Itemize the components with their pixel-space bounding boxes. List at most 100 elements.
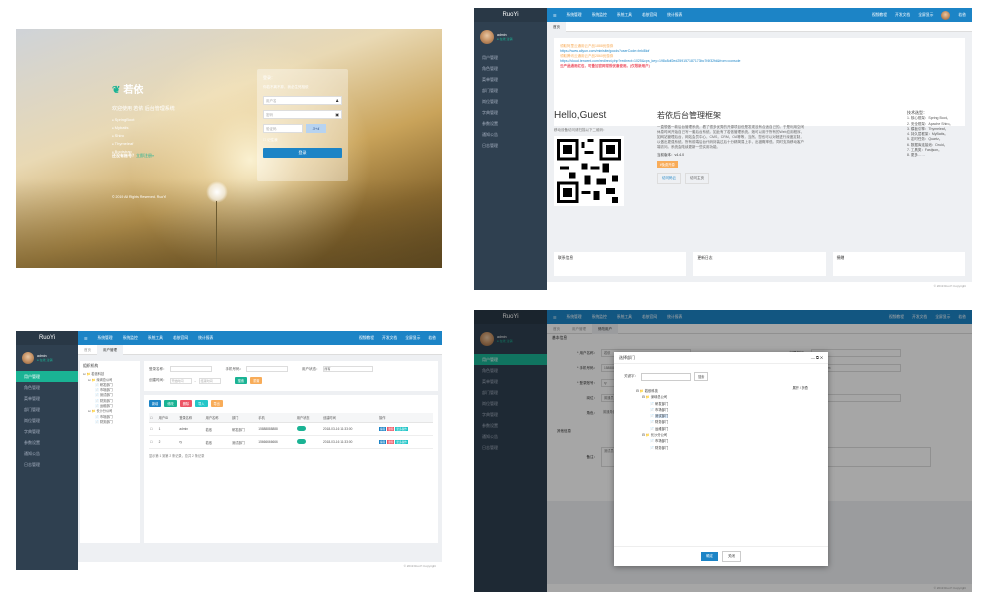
- login-button[interactable]: 登录: [263, 148, 342, 158]
- menu-toggle-icon[interactable]: ☰: [553, 13, 556, 18]
- sidebar-item[interactable]: 通知公告: [16, 448, 78, 459]
- import-button[interactable]: 导入: [195, 400, 208, 407]
- export-button[interactable]: 导出: [210, 400, 223, 407]
- reset-button[interactable]: 重置: [250, 377, 263, 384]
- top-nav-item[interactable]: 系统工具: [148, 336, 163, 341]
- sidebar-item[interactable]: 菜单管理: [474, 74, 547, 85]
- top-right-item[interactable]: 开发文档: [382, 336, 397, 341]
- tree-node[interactable]: 📄 财务部门: [83, 420, 137, 425]
- column-header[interactable]: 用户状态: [295, 413, 323, 423]
- delete-button[interactable]: 删除: [179, 400, 193, 407]
- tab-home[interactable]: 首页: [78, 345, 97, 355]
- start-date-input[interactable]: 开始时间: [169, 377, 192, 384]
- sidebar-item[interactable]: 日志管理: [16, 459, 78, 470]
- top-right-item[interactable]: 视频教程: [872, 13, 887, 18]
- login-name-input[interactable]: [169, 366, 212, 372]
- top-nav-item[interactable]: 统计报表: [667, 13, 682, 18]
- register-link[interactable]: 立即注册»: [136, 153, 154, 158]
- sidebar-item[interactable]: 日志管理: [474, 140, 547, 151]
- leaf-icon: ❦: [112, 85, 121, 96]
- logout-link[interactable]: 注销: [47, 358, 53, 362]
- tab-bar: 首页: [547, 21, 972, 32]
- column-header[interactable]: 用户名称: [204, 413, 231, 423]
- sidebar-item[interactable]: 角色管理: [16, 382, 78, 393]
- row-more-button[interactable]: 更多操作: [395, 440, 408, 444]
- user-menu[interactable]: 若依: [428, 336, 436, 341]
- row-more-button[interactable]: 更多操作: [395, 427, 408, 431]
- maximize-icon[interactable]: ⧉: [816, 355, 819, 360]
- top-right-item[interactable]: 开发文档: [895, 13, 910, 18]
- sidebar-item[interactable]: 参数设置: [16, 437, 78, 448]
- modal-search-button[interactable]: 搜索: [694, 372, 709, 381]
- top-right-item[interactable]: 全屏显示: [918, 13, 933, 18]
- top-nav-item[interactable]: 系统监控: [592, 13, 607, 18]
- sidebar-item[interactable]: 角色管理: [474, 63, 547, 74]
- row-delete-button[interactable]: 删除: [387, 427, 395, 431]
- sidebar-item[interactable]: 参数设置: [474, 118, 547, 129]
- column-header[interactable]: 手机: [257, 413, 296, 423]
- top-nav-item[interactable]: 系统监控: [123, 336, 138, 341]
- avatar[interactable]: [480, 30, 494, 44]
- row-delete-button[interactable]: 删除: [387, 440, 395, 444]
- table-row[interactable]: ☐ 2 ry 若依 测试部门 15666666666 2018-03-16 11…: [149, 435, 433, 449]
- column-header[interactable]: 创建时间: [322, 413, 379, 423]
- column-header[interactable]: 登录名称: [178, 413, 205, 423]
- table-row[interactable]: ☐ 1 admin 若依 研发部门 15888888888 2018-03-16…: [149, 422, 433, 436]
- status-toggle[interactable]: [296, 439, 306, 444]
- keyword-input[interactable]: [641, 372, 691, 381]
- avatar[interactable]: [22, 352, 34, 364]
- search-button[interactable]: 搜索: [234, 377, 248, 384]
- minimize-icon[interactable]: —: [811, 355, 815, 360]
- column-header[interactable]: 部门: [230, 413, 258, 423]
- end-date-input[interactable]: 结束时间: [198, 377, 221, 384]
- username-input[interactable]: 用户名 ♟: [263, 96, 342, 105]
- password-input[interactable]: 密码 ▣: [263, 110, 342, 119]
- tab-home[interactable]: 首页: [547, 21, 566, 32]
- status-select[interactable]: 所有: [322, 366, 373, 372]
- sidebar-item[interactable]: 岗位管理: [16, 415, 78, 426]
- close-icon[interactable]: ✕: [820, 355, 823, 360]
- sidebar-item[interactable]: 字典管理: [16, 426, 78, 437]
- top-nav-item[interactable]: 若依官网: [173, 336, 188, 341]
- sidebar-item[interactable]: 菜单管理: [16, 393, 78, 404]
- top-nav-item[interactable]: 系统工具: [617, 13, 632, 18]
- promo-link[interactable]: 云产品通用红包，可叠加官网常规优惠使用。(仅限新用户): [560, 64, 959, 69]
- row-edit-button[interactable]: 编辑: [379, 427, 387, 431]
- sidebar-item[interactable]: 用户管理: [474, 52, 547, 63]
- sidebar-item[interactable]: 通知公告: [474, 129, 547, 140]
- tech-stack: 技术选型： 1. 核心框架：Spring Boot。 2. 安全框架：Apach…: [907, 110, 953, 158]
- column-header[interactable]: 用户ID: [157, 413, 179, 423]
- visit-home-button[interactable]: 访问主页: [685, 173, 709, 184]
- column-header[interactable]: ☐: [149, 413, 158, 423]
- confirm-button[interactable]: 确定: [701, 552, 718, 561]
- phone-input[interactable]: [246, 366, 288, 372]
- top-nav: ☰ 系统管理 系统监控 系统工具 若依官网 统计报表 视频教程 开发文档 全屏显…: [78, 331, 442, 345]
- top-nav-item[interactable]: 系统管理: [566, 13, 581, 18]
- top-nav-item[interactable]: 统计报表: [198, 336, 213, 341]
- remember-checkbox[interactable]: ☐ 记住我: [263, 138, 342, 143]
- status-toggle[interactable]: [296, 426, 306, 431]
- top-right-item[interactable]: 全屏显示: [405, 336, 420, 341]
- row-edit-button[interactable]: 编辑: [379, 440, 387, 444]
- sidebar-item[interactable]: 岗位管理: [474, 96, 547, 107]
- menu-toggle-icon[interactable]: ☰: [84, 336, 87, 341]
- add-button[interactable]: 新增: [149, 400, 162, 407]
- top-right-item[interactable]: 视频教程: [359, 336, 374, 341]
- sidebar-item[interactable]: 部门管理: [16, 404, 78, 415]
- logout-link[interactable]: 注销: [507, 37, 513, 41]
- expand-collapse-link[interactable]: 展开 / 折叠: [793, 385, 808, 390]
- visit-gitee-button[interactable]: 访问码云: [657, 173, 681, 184]
- sidebar-item[interactable]: 用户管理: [16, 371, 78, 382]
- user-menu[interactable]: 若依: [958, 13, 966, 18]
- edit-button[interactable]: 修改: [164, 400, 177, 407]
- tree-node[interactable]: 📄 财务部门: [636, 445, 668, 451]
- sidebar-item[interactable]: 部门管理: [474, 85, 547, 96]
- tab-users[interactable]: 用户管理: [97, 344, 123, 355]
- close-button[interactable]: 关闭: [722, 551, 741, 562]
- captcha-image[interactable]: 3+4: [306, 124, 326, 133]
- sidebar-item[interactable]: 字典管理: [474, 107, 547, 118]
- top-nav-item[interactable]: 若依官网: [642, 13, 657, 18]
- top-nav-item[interactable]: 系统管理: [97, 336, 112, 341]
- avatar[interactable]: [941, 10, 951, 20]
- captcha-input[interactable]: 验证码: [263, 124, 303, 133]
